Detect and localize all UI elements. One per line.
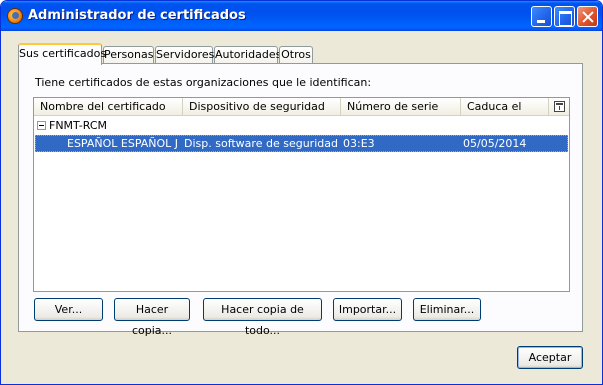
- cell-expiry-date: 05/05/2014: [463, 137, 527, 150]
- firefox-icon: [7, 8, 23, 24]
- tree-header: Nombre del certificado Dispositivo de se…: [34, 98, 569, 116]
- certificate-row[interactable]: ESPAÑOL ESPAÑOL J... Disp. software de s…: [35, 135, 568, 152]
- cell-serial-number: 03:E3: [343, 137, 375, 150]
- maximize-button[interactable]: [554, 6, 575, 27]
- tab-your-certificates[interactable]: Sus certificados: [18, 43, 106, 65]
- column-header-device[interactable]: Dispositivo de seguridad: [183, 98, 341, 116]
- tree-group-row[interactable]: FNMT-RCM: [34, 117, 569, 134]
- tab-servers[interactable]: Servidores: [155, 46, 214, 64]
- minimize-button[interactable]: [531, 6, 552, 27]
- cell-certificate-name: ESPAÑOL ESPAÑOL J...: [67, 137, 179, 150]
- certificate-manager-window: Administrador de certificados Sus certif…: [0, 0, 603, 385]
- tab-authorities[interactable]: Autoridades: [214, 46, 281, 64]
- column-header-name[interactable]: Nombre del certificado: [34, 98, 183, 116]
- tab-panel-your-certificates: Tiene certificados de estas organizacion…: [18, 63, 583, 337]
- cell-security-device: Disp. software de seguridad: [184, 137, 338, 150]
- close-button[interactable]: [577, 6, 598, 27]
- tab-others[interactable]: Otros: [279, 46, 313, 64]
- column-header-serial[interactable]: Número de serie: [341, 98, 461, 116]
- window-title: Administrador de certificados: [28, 8, 246, 23]
- delete-button[interactable]: Eliminar...: [413, 298, 481, 321]
- certificate-tree[interactable]: Nombre del certificado Dispositivo de se…: [33, 97, 570, 292]
- title-bar[interactable]: Administrador de certificados: [1, 1, 602, 31]
- accept-button[interactable]: Aceptar: [517, 346, 583, 369]
- group-label: FNMT-RCM: [49, 119, 107, 132]
- intro-text: Tiene certificados de estas organizacion…: [35, 76, 372, 89]
- import-button[interactable]: Importar...: [333, 298, 402, 321]
- backup-button[interactable]: Hacer copia...: [114, 298, 190, 337]
- collapse-icon[interactable]: [37, 121, 46, 130]
- tab-people[interactable]: Personas: [103, 46, 154, 64]
- backup-all-button[interactable]: Hacer copia de todo...: [203, 298, 322, 337]
- view-button[interactable]: Ver...: [34, 298, 103, 321]
- column-header-expires[interactable]: Caduca el: [461, 98, 549, 116]
- column-picker-icon[interactable]: [554, 101, 565, 112]
